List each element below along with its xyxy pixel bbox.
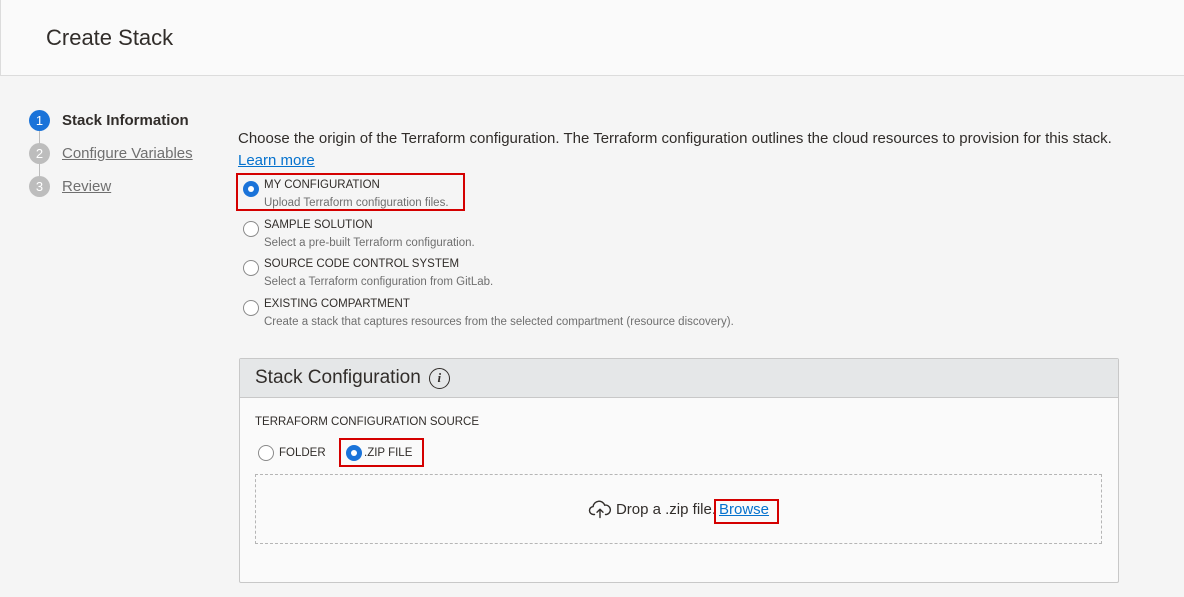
origin-existing-compartment[interactable]: EXISTING COMPARTMENT Create a stack that…	[243, 297, 734, 331]
radio-existing-compartment[interactable]	[243, 300, 259, 316]
drop-text: Drop a .zip file.	[615, 500, 716, 518]
browse-link[interactable]: Browse	[719, 501, 769, 518]
step-label[interactable]: Configure Variables	[62, 145, 193, 162]
radio-source-code-control[interactable]	[243, 260, 259, 276]
source-folder-option[interactable]: FOLDER	[258, 445, 326, 461]
panel-header: Stack Configuration i	[240, 359, 1118, 398]
option-description: Select a pre-built Terraform configurati…	[264, 237, 475, 249]
learn-more-link[interactable]: Learn more	[238, 152, 315, 169]
source-zip-option[interactable]: .ZIP FILE	[346, 445, 412, 461]
step-label: Stack Information	[62, 111, 189, 129]
origin-sample-solution[interactable]: SAMPLE SOLUTION Select a pre-built Terra…	[243, 218, 475, 252]
origin-source-code-control[interactable]: SOURCE CODE CONTROL SYSTEM Select a Terr…	[243, 257, 493, 291]
stack-configuration-panel: Stack Configuration i TERRAFORM CONFIGUR…	[239, 358, 1119, 583]
step-review[interactable]: 3 Review	[29, 175, 111, 197]
step-label[interactable]: Review	[62, 178, 111, 195]
option-title: SAMPLE SOLUTION	[264, 219, 373, 231]
origin-my-configuration[interactable]: MY CONFIGURATION Upload Terraform config…	[243, 178, 449, 212]
step-number: 3	[29, 175, 50, 197]
zip-dropzone[interactable]: Drop a .zip file. Browse	[255, 474, 1102, 544]
panel-title: Stack Configuration	[255, 367, 421, 388]
intro-text: Choose the origin of the Terraform confi…	[238, 128, 1118, 172]
option-description: Select a Terraform configuration from Gi…	[264, 276, 494, 288]
radio-folder[interactable]	[258, 445, 274, 461]
radio-sample-solution[interactable]	[243, 221, 259, 237]
source-label: TERRAFORM CONFIGURATION SOURCE	[255, 416, 480, 428]
intro-description: Choose the origin of the Terraform confi…	[238, 130, 1112, 147]
cloud-upload-icon	[588, 500, 611, 519]
step-stack-information[interactable]: 1 Stack Information	[29, 109, 189, 131]
folder-label: FOLDER	[279, 447, 326, 459]
step-number: 1	[29, 109, 50, 131]
page-header: Create Stack	[0, 0, 1184, 76]
option-title: SOURCE CODE CONTROL SYSTEM	[264, 258, 460, 270]
option-description: Create a stack that captures resources f…	[264, 316, 734, 328]
step-number: 2	[29, 142, 50, 164]
page-title: Create Stack	[46, 25, 174, 50]
option-description: Upload Terraform configuration files.	[264, 197, 449, 209]
step-configure-variables[interactable]: 2 Configure Variables	[29, 142, 193, 164]
option-title: MY CONFIGURATION	[264, 179, 380, 191]
zip-label: .ZIP FILE	[364, 447, 413, 459]
radio-zip-file[interactable]	[346, 445, 362, 461]
option-title: EXISTING COMPARTMENT	[264, 298, 410, 310]
info-icon[interactable]: i	[428, 367, 450, 389]
radio-my-configuration[interactable]	[243, 181, 259, 197]
